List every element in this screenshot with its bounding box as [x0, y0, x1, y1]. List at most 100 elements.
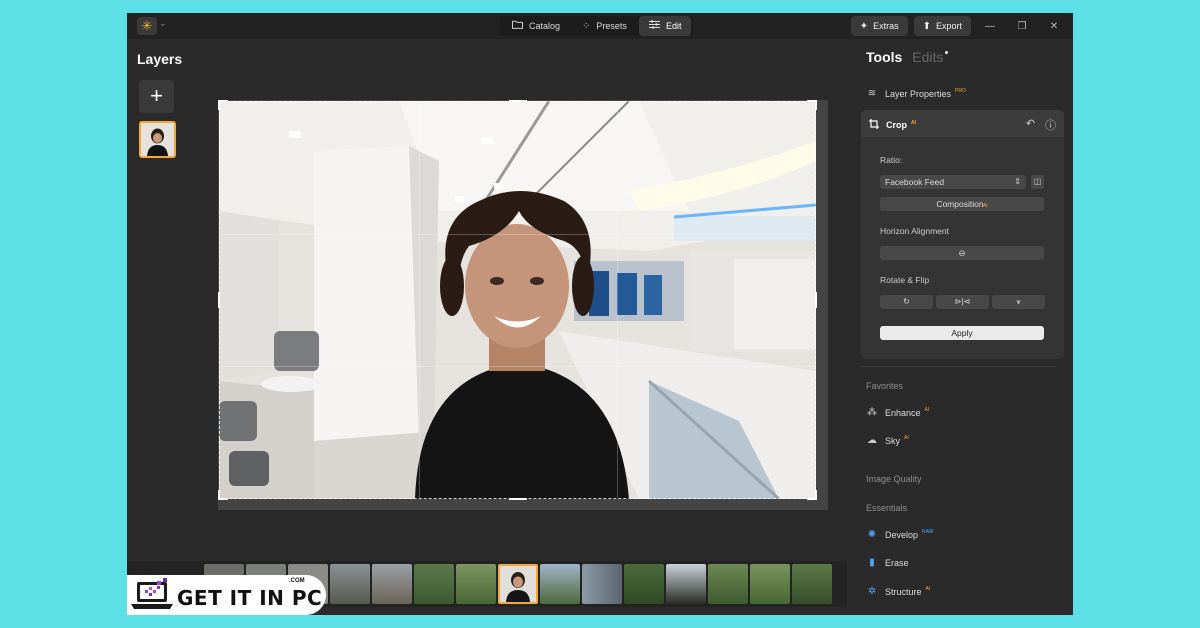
film-thumbnail[interactable] — [456, 564, 496, 604]
restore-icon[interactable]: ❐ — [1009, 21, 1035, 32]
crop-panel: Crop AI ↶ ⓘ Ratio: Facebook Feed ⇕ ◫ Com… — [861, 110, 1064, 359]
horizon-alignment-button[interactable]: ⊖ — [880, 246, 1044, 260]
layer-properties-item[interactable]: ≋ Layer Properties PRO — [866, 88, 966, 99]
watermark-text: GET IT IN PC — [177, 586, 323, 610]
rotate-button[interactable]: ↻ — [880, 295, 933, 309]
app-logo-icon[interactable]: ✳ — [137, 17, 157, 35]
crop-header-actions: ↶ ⓘ — [1026, 117, 1056, 133]
ai-badge: AI — [904, 435, 909, 441]
tab-tools[interactable]: Tools — [866, 49, 902, 65]
crop-handle-bottom-right[interactable] — [815, 490, 817, 500]
layers-stack-icon: ≋ — [867, 88, 877, 99]
layer-thumbnail[interactable] — [139, 121, 176, 158]
cloud-icon: ☁ — [867, 435, 877, 446]
crop-handle-bottom[interactable] — [509, 498, 527, 500]
ratio-label: Ratio: — [880, 155, 903, 165]
orientation-swap-button[interactable]: ◫ — [1031, 175, 1044, 189]
crop-handle-left[interactable] — [218, 292, 220, 308]
flip-vertical-button[interactable]: ⩛ — [992, 295, 1045, 309]
film-thumbnail[interactable] — [624, 564, 664, 604]
crop-handle-right[interactable] — [815, 292, 817, 308]
rotate-icon: ↻ — [903, 297, 910, 306]
film-thumbnail[interactable] — [582, 564, 622, 604]
ratio-select-value: Facebook Feed — [885, 177, 945, 187]
right-panel: Tools Edits ≋ Layer Properties PRO Crop … — [860, 39, 1073, 615]
layer-properties-label: Layer Properties — [885, 88, 952, 99]
ai-badge: AI — [925, 586, 931, 592]
watermark-suffix: .COM — [289, 578, 305, 584]
develop-sun-icon: ✺ — [867, 529, 877, 540]
image-quality-title[interactable]: Image Quality — [866, 474, 922, 484]
film-thumbnail[interactable] — [792, 564, 832, 604]
crop-handle-top-right[interactable] — [815, 100, 817, 110]
crop-panel-header[interactable]: Crop AI ↶ ⓘ — [861, 110, 1064, 137]
tab-edit-label: Edit — [665, 21, 682, 31]
tab-presets[interactable]: ⁘ Presets — [572, 16, 637, 36]
sliders-icon — [648, 20, 660, 32]
horizon-level-icon: ⊖ — [958, 248, 966, 258]
layer-thumbnail-image — [141, 123, 174, 156]
film-thumbnail[interactable] — [540, 564, 580, 604]
structure-item[interactable]: ✲ Structure AI — [866, 586, 930, 597]
sky-label: Sky — [885, 435, 901, 446]
composition-button[interactable]: Composition AI — [880, 197, 1044, 211]
pro-badge: PRO — [955, 88, 966, 94]
crop-grid-line — [617, 102, 618, 498]
sparkle-star-icon: ✦ — [859, 20, 869, 32]
export-button[interactable]: ⬆ Export — [913, 16, 971, 36]
film-thumbnail-selected[interactable] — [498, 564, 538, 604]
crop-frame[interactable] — [218, 100, 817, 500]
info-icon[interactable]: ⓘ — [1045, 117, 1056, 133]
essentials-title: Essentials — [866, 503, 908, 513]
crop-handle-top[interactable] — [509, 100, 527, 102]
divider — [861, 366, 1056, 367]
mode-tabs: Catalog ⁘ Presets Edit — [500, 16, 694, 36]
film-thumbnail-image — [506, 572, 530, 602]
extras-button[interactable]: ✦ Extras — [850, 16, 908, 36]
export-label: Export — [935, 21, 962, 31]
crop-title-label: Crop — [886, 120, 907, 130]
export-arrow-icon: ⬆ — [922, 20, 931, 32]
close-icon[interactable]: ✕ — [1041, 21, 1067, 32]
tab-catalog-label: Catalog — [529, 21, 561, 31]
composition-label: Composition — [936, 199, 984, 209]
film-thumbnail[interactable] — [330, 564, 370, 604]
flip-horizontal-button[interactable]: ⊳|⊲ — [936, 295, 989, 309]
flip-vertical-icon: ⩛ — [1016, 297, 1021, 306]
tab-edit[interactable]: Edit — [638, 16, 692, 36]
film-thumbnail[interactable] — [666, 564, 706, 604]
ratio-select[interactable]: Facebook Feed ⇕ — [880, 175, 1026, 189]
favorites-title: Favorites — [866, 381, 904, 391]
tab-edits[interactable]: Edits — [912, 49, 943, 65]
rotate-flip-label: Rotate & Flip — [880, 275, 930, 285]
crop-handle-bottom-left[interactable] — [218, 490, 220, 500]
panel-tabs: Tools Edits — [866, 49, 949, 65]
erase-label: Erase — [885, 557, 909, 568]
erase-item[interactable]: ▮ Erase — [866, 557, 909, 568]
sky-item[interactable]: ☁ Sky AI — [866, 435, 909, 446]
film-thumbnail[interactable] — [750, 564, 790, 604]
tab-catalog[interactable]: Catalog — [502, 16, 570, 36]
chevron-updown-icon: ⇕ — [1014, 177, 1021, 186]
reset-undo-icon[interactable]: ↶ — [1026, 117, 1035, 133]
app-window: ✳ ⌄ Catalog ⁘ Presets Edit ✦ Extras ⬆ Ex… — [127, 13, 1073, 615]
develop-item[interactable]: ✺ Develop RAW — [866, 529, 934, 540]
eraser-icon: ▮ — [869, 557, 875, 568]
film-thumbnail[interactable] — [414, 564, 454, 604]
raw-badge: RAW — [922, 529, 934, 535]
crop-handle-top-left[interactable] — [218, 100, 220, 110]
minimize-icon[interactable]: — — [977, 21, 1003, 32]
add-layer-button[interactable]: + — [139, 80, 174, 113]
film-thumbnail[interactable] — [708, 564, 748, 604]
enhance-label: Enhance — [885, 407, 921, 418]
top-bar: ✳ ⌄ Catalog ⁘ Presets Edit ✦ Extras ⬆ Ex… — [127, 13, 1073, 39]
enhance-item[interactable]: ⁂ Enhance AI — [866, 407, 929, 418]
extras-label: Extras — [873, 21, 899, 31]
apply-button[interactable]: Apply — [880, 326, 1044, 340]
sparkle-icon: ⁘ — [582, 20, 591, 32]
flip-horizontal-icon: ⊳|⊲ — [954, 297, 971, 306]
film-thumbnail[interactable] — [372, 564, 412, 604]
chevron-down-icon[interactable]: ⌄ — [159, 18, 167, 29]
laptop-icon — [131, 578, 173, 609]
edits-indicator-dot — [945, 51, 949, 54]
